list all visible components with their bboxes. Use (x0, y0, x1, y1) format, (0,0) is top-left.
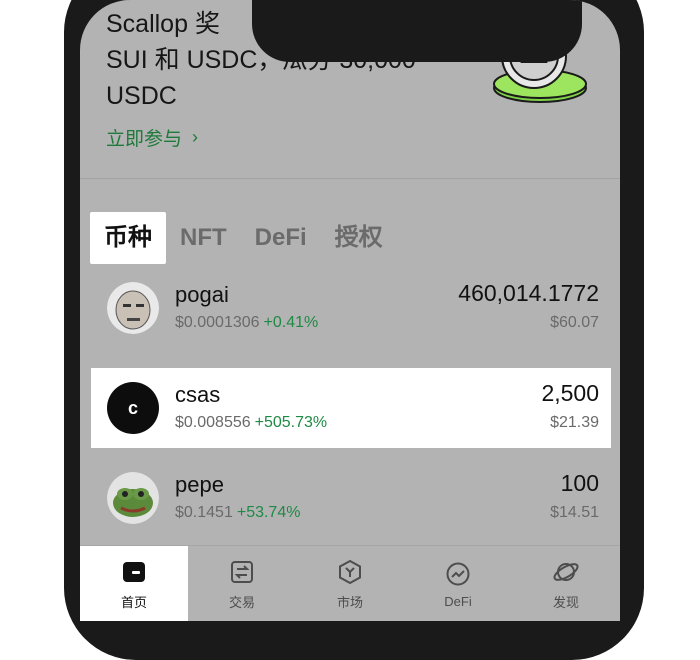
tab-tokens[interactable]: 币种 (90, 212, 166, 264)
nav-trade[interactable]: 交易 (188, 546, 296, 621)
discover-icon (553, 562, 579, 581)
tab-approvals[interactable]: 授权 (321, 212, 397, 264)
swap-icon (231, 560, 253, 583)
market-icon (339, 559, 361, 584)
nav-market-label: 市场 (336, 594, 363, 610)
app-screen: Scallop 奖 SUI 和 USDC，瓜分 30,000 USDC 立即参与… (80, 0, 620, 621)
csas-avatar-letter: c (127, 397, 138, 418)
nav-defi[interactable]: DeFi (404, 546, 512, 621)
bottom-nav: 首页 交易 市场 DeFi 发现 (80, 545, 620, 621)
token-price: $0.0001306 +0.41% (175, 314, 318, 332)
token-amount: 100 (560, 470, 599, 496)
tab-defi[interactable]: DeFi (241, 212, 321, 264)
asset-tabs: 币种 NFT DeFi 授权 (90, 212, 397, 264)
token-usd-value: $60.07 (550, 314, 599, 331)
nav-home[interactable]: 首页 (80, 546, 188, 621)
token-usd-value: $21.39 (550, 414, 599, 431)
token-price: $0.1451 +53.74% (175, 504, 300, 522)
pepe-frog-icon (107, 472, 159, 524)
background-panel (645, 265, 700, 621)
phone-notch (252, 0, 582, 62)
token-amount: 2,500 (541, 380, 599, 406)
csas-letter-icon: c (107, 382, 159, 434)
defi-icon (446, 562, 470, 585)
token-price: $0.008556 +505.73% (175, 414, 327, 432)
token-row-pepe[interactable]: pepe $0.1451 +53.74% 100 $14.51 (91, 458, 611, 538)
nav-defi-label: DeFi (444, 593, 472, 609)
pogai-avatar-icon (107, 282, 159, 334)
wallet-icon (123, 561, 145, 582)
token-row-pogai[interactable]: pogai $0.0001306 +0.41% 460,014.1772 $60.… (91, 268, 611, 348)
token-price-value: $0.008556 (175, 414, 251, 431)
token-symbol: csas (175, 382, 221, 407)
token-price-value: $0.1451 (175, 504, 233, 521)
token-symbol: pepe (175, 472, 224, 497)
nav-trade-label: 交易 (228, 594, 255, 610)
token-usd-value: $14.51 (550, 504, 599, 521)
nav-home-label: 首页 (120, 594, 147, 610)
token-amount: 460,014.1772 (458, 280, 599, 306)
section-divider (80, 178, 620, 179)
token-price-change: +505.73% (254, 414, 328, 431)
token-price-change: +0.41% (263, 314, 319, 331)
nav-market[interactable]: 市场 (296, 546, 404, 621)
token-price-change: +53.74% (236, 504, 301, 521)
nav-discover-label: 发现 (552, 594, 579, 610)
token-symbol: pogai (175, 282, 229, 307)
promo-line-3: USDC (106, 82, 177, 110)
nav-discover[interactable]: 发现 (512, 546, 620, 621)
join-now-label: 立即参与 (106, 129, 183, 150)
tab-nft[interactable]: NFT (166, 212, 241, 264)
token-price-value: $0.0001306 (175, 314, 260, 331)
join-now-link[interactable]: 立即参与 › (106, 124, 198, 151)
token-row-csas[interactable]: c csas $0.008556 +505.73% 2,500 $21.39 (91, 368, 611, 448)
chevron-right-icon: › (192, 127, 199, 147)
